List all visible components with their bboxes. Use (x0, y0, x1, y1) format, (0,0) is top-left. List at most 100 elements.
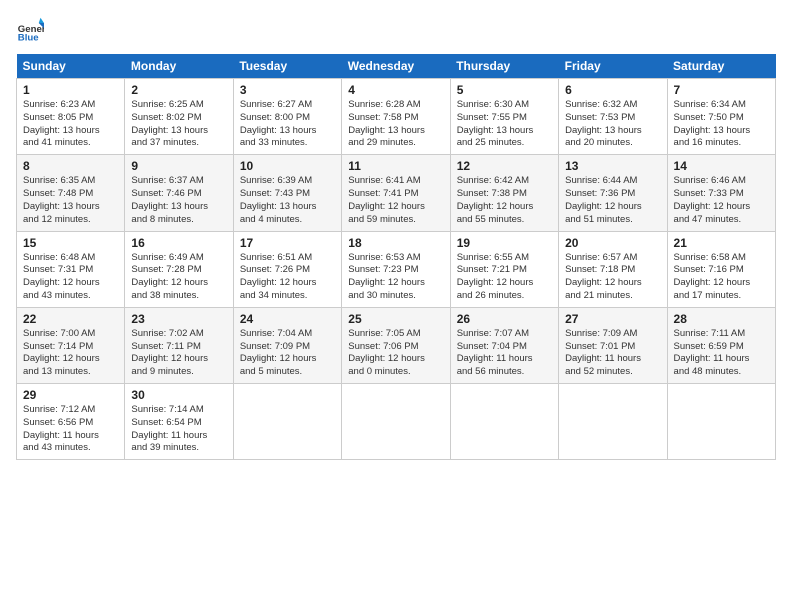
weekday-header-cell: Wednesday (342, 54, 450, 79)
day-info: Sunrise: 6:51 AMSunset: 7:26 PMDaylight:… (240, 252, 335, 303)
calendar-table: SundayMondayTuesdayWednesdayThursdayFrid… (16, 54, 776, 460)
day-number: 25 (348, 312, 443, 326)
calendar-day-cell: 12Sunrise: 6:42 AMSunset: 7:38 PMDayligh… (450, 155, 558, 231)
day-info: Sunrise: 7:14 AMSunset: 6:54 PMDaylight:… (131, 404, 226, 455)
day-number: 21 (674, 236, 769, 250)
day-info: Sunrise: 7:00 AMSunset: 7:14 PMDaylight:… (23, 328, 118, 379)
day-info: Sunrise: 7:11 AMSunset: 6:59 PMDaylight:… (674, 328, 769, 379)
day-number: 23 (131, 312, 226, 326)
day-number: 5 (457, 83, 552, 97)
calendar-day-cell: 18 Sunrise: 6:53 AMSunset: 7:23 PMDayligh… (342, 231, 450, 307)
day-number: 18 (348, 236, 443, 250)
day-info: Sunrise: 6:27 AMSunset: 8:00 PMDaylight:… (240, 99, 335, 150)
calendar-day-cell: 15Sunrise: 6:48 AMSunset: 7:31 PMDayligh… (17, 231, 125, 307)
day-number: 26 (457, 312, 552, 326)
day-info: Sunrise: 7:02 AMSunset: 7:11 PMDaylight:… (131, 328, 226, 379)
day-number: 12 (457, 159, 552, 173)
day-info: Sunrise: 7:12 AMSunset: 6:56 PMDaylight:… (23, 404, 118, 455)
day-info: Sunrise: 7:09 AMSunset: 7:01 PMDaylight:… (565, 328, 660, 379)
day-number: 10 (240, 159, 335, 173)
calendar-day-cell: 9 Sunrise: 6:37 AMSunset: 7:46 PMDaylight… (125, 155, 233, 231)
calendar-day-cell (233, 384, 341, 460)
calendar-day-cell (667, 384, 775, 460)
calendar-day-cell: 10 Sunrise: 6:39 AMSunset: 7:43 PMDayligh… (233, 155, 341, 231)
calendar-day-cell: 2 Sunrise: 6:25 AMSunset: 8:02 PMDaylight… (125, 79, 233, 155)
day-info: Sunrise: 6:44 AMSunset: 7:36 PMDaylight:… (565, 175, 660, 226)
calendar-day-cell: 25Sunrise: 7:05 AMSunset: 7:06 PMDayligh… (342, 307, 450, 383)
day-info: Sunrise: 6:32 AMSunset: 7:53 PMDaylight:… (565, 99, 660, 150)
day-number: 24 (240, 312, 335, 326)
calendar-day-cell: 5 Sunrise: 6:30 AMSunset: 7:55 PMDaylight… (450, 79, 558, 155)
calendar-week-row: 29 Sunrise: 7:12 AMSunset: 6:56 PMDayligh… (17, 384, 776, 460)
day-number: 29 (23, 388, 118, 402)
calendar-day-cell: 13 Sunrise: 6:44 AMSunset: 7:36 PMDayligh… (559, 155, 667, 231)
calendar-day-cell: 24Sunrise: 7:04 AMSunset: 7:09 PMDayligh… (233, 307, 341, 383)
calendar-day-cell: 26Sunrise: 7:07 AMSunset: 7:04 PMDayligh… (450, 307, 558, 383)
day-number: 22 (23, 312, 118, 326)
day-number: 13 (565, 159, 660, 173)
day-info: Sunrise: 6:41 AMSunset: 7:41 PMDaylight:… (348, 175, 443, 226)
calendar-day-cell: 3 Sunrise: 6:27 AMSunset: 8:00 PMDaylight… (233, 79, 341, 155)
page-container: General Blue SundayMondayTuesdayWednesda… (0, 0, 792, 468)
day-info: Sunrise: 6:37 AMSunset: 7:46 PMDaylight:… (131, 175, 226, 226)
weekday-header-row: SundayMondayTuesdayWednesdayThursdayFrid… (17, 54, 776, 79)
weekday-header-cell: Friday (559, 54, 667, 79)
day-info: Sunrise: 6:25 AMSunset: 8:02 PMDaylight:… (131, 99, 226, 150)
day-number: 4 (348, 83, 443, 97)
calendar-day-cell: 4 Sunrise: 6:28 AMSunset: 7:58 PMDaylight… (342, 79, 450, 155)
day-number: 2 (131, 83, 226, 97)
calendar-day-cell: 11 Sunrise: 6:41 AMSunset: 7:41 PMDayligh… (342, 155, 450, 231)
day-number: 27 (565, 312, 660, 326)
calendar-day-cell: 8 Sunrise: 6:35 AMSunset: 7:48 PMDaylight… (17, 155, 125, 231)
day-info: Sunrise: 6:34 AMSunset: 7:50 PMDaylight:… (674, 99, 769, 150)
calendar-day-cell: 7 Sunrise: 6:34 AMSunset: 7:50 PMDaylight… (667, 79, 775, 155)
day-info: Sunrise: 6:55 AMSunset: 7:21 PMDaylight:… (457, 252, 552, 303)
calendar-day-cell: 20 Sunrise: 6:57 AMSunset: 7:18 PMDayligh… (559, 231, 667, 307)
calendar-body: 1 Sunrise: 6:23 AMSunset: 8:05 PMDaylight… (17, 79, 776, 460)
calendar-day-cell: 22 Sunrise: 7:00 AMSunset: 7:14 PMDayligh… (17, 307, 125, 383)
calendar-day-cell: 29 Sunrise: 7:12 AMSunset: 6:56 PMDayligh… (17, 384, 125, 460)
calendar-week-row: 8 Sunrise: 6:35 AMSunset: 7:48 PMDaylight… (17, 155, 776, 231)
calendar-week-row: 22 Sunrise: 7:00 AMSunset: 7:14 PMDayligh… (17, 307, 776, 383)
day-info: Sunrise: 6:35 AMSunset: 7:48 PMDaylight:… (23, 175, 118, 226)
calendar-day-cell: 6 Sunrise: 6:32 AMSunset: 7:53 PMDaylight… (559, 79, 667, 155)
logo: General Blue (16, 16, 44, 44)
day-number: 20 (565, 236, 660, 250)
day-info: Sunrise: 6:30 AMSunset: 7:55 PMDaylight:… (457, 99, 552, 150)
day-info: Sunrise: 6:39 AMSunset: 7:43 PMDaylight:… (240, 175, 335, 226)
day-info: Sunrise: 6:57 AMSunset: 7:18 PMDaylight:… (565, 252, 660, 303)
day-number: 6 (565, 83, 660, 97)
day-number: 1 (23, 83, 118, 97)
day-number: 28 (674, 312, 769, 326)
day-number: 7 (674, 83, 769, 97)
logo-icon: General Blue (16, 16, 44, 44)
weekday-header-cell: Monday (125, 54, 233, 79)
calendar-day-cell: 14Sunrise: 6:46 AMSunset: 7:33 PMDayligh… (667, 155, 775, 231)
calendar-day-cell: 21Sunrise: 6:58 AMSunset: 7:16 PMDayligh… (667, 231, 775, 307)
day-info: Sunrise: 6:53 AMSunset: 7:23 PMDaylight:… (348, 252, 443, 303)
calendar-day-cell (342, 384, 450, 460)
calendar-day-cell (450, 384, 558, 460)
day-info: Sunrise: 6:28 AMSunset: 7:58 PMDaylight:… (348, 99, 443, 150)
calendar-week-row: 1 Sunrise: 6:23 AMSunset: 8:05 PMDaylight… (17, 79, 776, 155)
calendar-week-row: 15Sunrise: 6:48 AMSunset: 7:31 PMDayligh… (17, 231, 776, 307)
day-number: 30 (131, 388, 226, 402)
calendar-day-cell (559, 384, 667, 460)
day-number: 19 (457, 236, 552, 250)
day-number: 16 (131, 236, 226, 250)
day-number: 3 (240, 83, 335, 97)
day-number: 11 (348, 159, 443, 173)
svg-text:Blue: Blue (18, 33, 39, 44)
day-info: Sunrise: 6:48 AMSunset: 7:31 PMDaylight:… (23, 252, 118, 303)
day-number: 17 (240, 236, 335, 250)
page-header: General Blue (16, 16, 776, 44)
weekday-header-cell: Sunday (17, 54, 125, 79)
day-info: Sunrise: 6:23 AMSunset: 8:05 PMDaylight:… (23, 99, 118, 150)
day-number: 8 (23, 159, 118, 173)
weekday-header-cell: Saturday (667, 54, 775, 79)
day-info: Sunrise: 6:49 AMSunset: 7:28 PMDaylight:… (131, 252, 226, 303)
calendar-day-cell: 23 Sunrise: 7:02 AMSunset: 7:11 PMDayligh… (125, 307, 233, 383)
day-number: 9 (131, 159, 226, 173)
calendar-day-cell: 17 Sunrise: 6:51 AMSunset: 7:26 PMDayligh… (233, 231, 341, 307)
calendar-day-cell: 16 Sunrise: 6:49 AMSunset: 7:28 PMDayligh… (125, 231, 233, 307)
